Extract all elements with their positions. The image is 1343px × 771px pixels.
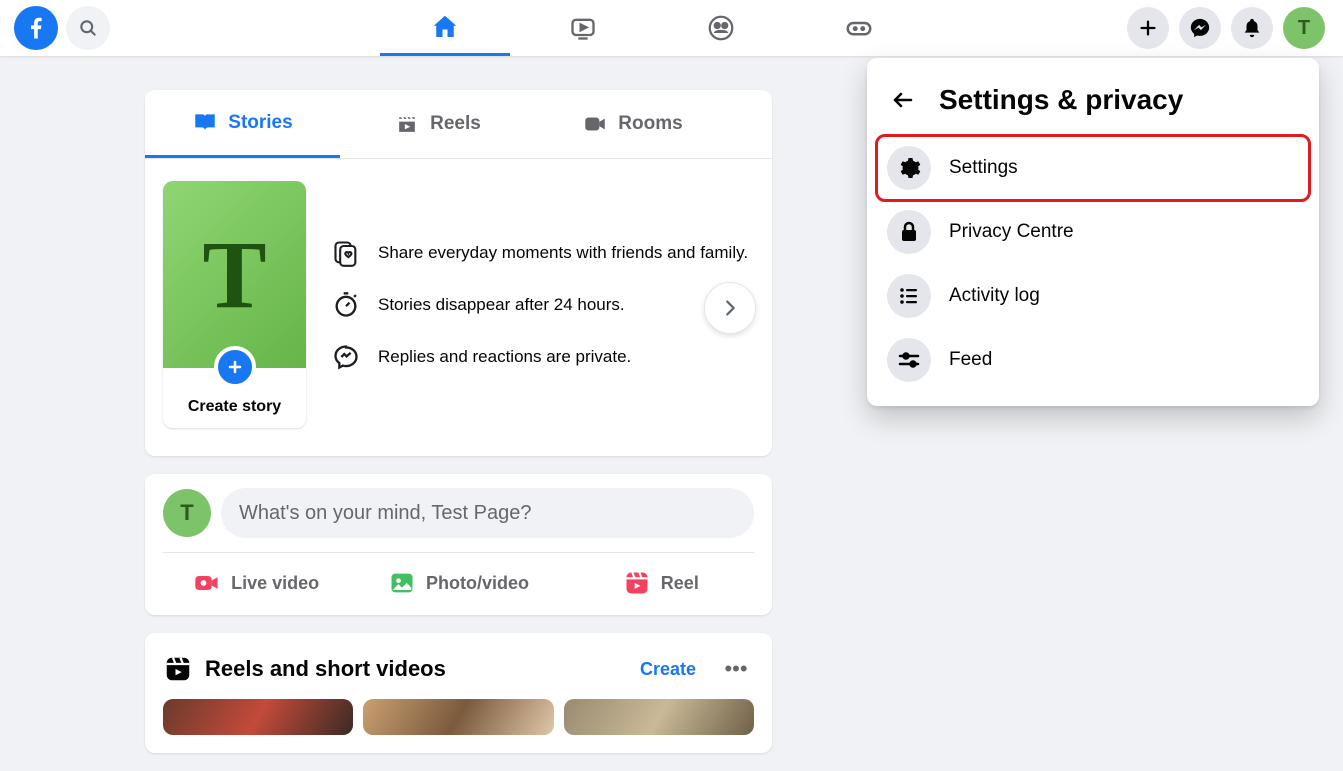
watch-tab[interactable]: [518, 0, 648, 56]
composer-photo-video[interactable]: Photo/video: [357, 559, 559, 607]
story-info-row: Replies and reactions are private.: [332, 343, 748, 371]
reels-thumbnail-row: [145, 699, 772, 753]
photo-icon: [388, 569, 416, 597]
topbar-center-tabs: [360, 0, 1127, 56]
stories-tab-reels[interactable]: Reels: [340, 90, 535, 158]
composer-placeholder: What's on your mind, Test Page?: [239, 502, 532, 525]
story-info-row: Share everyday moments with friends and …: [332, 239, 748, 267]
composer-reel[interactable]: Reel: [560, 559, 762, 607]
create-story-initial: T: [202, 219, 266, 330]
create-story-image: T: [163, 181, 306, 368]
stories-body: T Create story Share everyday moments wi…: [145, 159, 772, 456]
home-icon: [430, 12, 460, 42]
chevron-right-icon: [719, 297, 741, 319]
messenger-icon: [1189, 17, 1211, 39]
story-info-text: Replies and reactions are private.: [378, 347, 631, 367]
composer-top-row: T What's on your mind, Test Page?: [145, 474, 772, 552]
lock-icon: [887, 210, 931, 254]
composer-action-label: Reel: [661, 573, 699, 594]
create-story-plus-badge: [214, 346, 256, 388]
stories-tabs: Stories Reels Rooms: [145, 90, 772, 159]
dropdown-item-settings[interactable]: Settings: [877, 136, 1309, 200]
gear-icon: [887, 146, 931, 190]
gaming-tab[interactable]: [794, 0, 924, 56]
list-icon: [887, 274, 931, 318]
groups-tab[interactable]: [656, 0, 786, 56]
reel-thumbnail[interactable]: [163, 699, 353, 735]
reels-icon: [163, 654, 193, 684]
stories-card: Stories Reels Rooms T: [145, 90, 772, 456]
messenger-button[interactable]: [1179, 7, 1221, 49]
stories-tab-label: Rooms: [618, 113, 682, 135]
stories-next-button[interactable]: [704, 282, 756, 334]
reels-more-button[interactable]: •••: [718, 651, 754, 687]
composer-avatar[interactable]: T: [163, 489, 211, 537]
stories-tab-rooms[interactable]: Rooms: [535, 90, 730, 158]
plus-icon: [1137, 17, 1159, 39]
search-button[interactable]: [66, 6, 110, 50]
messenger-outline-icon: [332, 343, 360, 371]
account-avatar-button[interactable]: T: [1283, 7, 1325, 49]
groups-icon: [706, 13, 736, 43]
reels-section-card: Reels and short videos Create •••: [145, 633, 772, 753]
sliders-icon: [887, 338, 931, 382]
dots-icon: •••: [724, 656, 747, 682]
reels-title: Reels and short videos: [205, 656, 618, 682]
dropdown-title: Settings & privacy: [939, 84, 1183, 116]
dropdown-back-button[interactable]: [885, 82, 921, 118]
reels-header: Reels and short videos Create •••: [145, 633, 772, 699]
dropdown-item-label: Feed: [949, 349, 992, 371]
gaming-icon: [844, 13, 874, 43]
composer-actions: Live video Photo/video Reel: [145, 553, 772, 615]
video-camera-icon: [582, 111, 608, 137]
topbar-left-group: [0, 6, 360, 50]
stories-tab-label: Stories: [228, 112, 292, 134]
create-story-card[interactable]: T Create story: [163, 181, 306, 428]
stories-tab-label: Reels: [430, 113, 481, 135]
plus-icon: [225, 357, 245, 377]
stories-tab-stories[interactable]: Stories: [145, 90, 340, 158]
composer-input[interactable]: What's on your mind, Test Page?: [221, 488, 754, 538]
dropdown-item-label: Activity log: [949, 285, 1040, 307]
dropdown-item-activity-log[interactable]: Activity log: [877, 264, 1309, 328]
live-video-icon: [193, 569, 221, 597]
composer-action-label: Photo/video: [426, 573, 529, 594]
create-button[interactable]: [1127, 7, 1169, 49]
composer-action-label: Live video: [231, 573, 319, 594]
dropdown-item-label: Settings: [949, 157, 1018, 179]
search-icon: [78, 18, 98, 38]
feed-column: Stories Reels Rooms T: [145, 90, 772, 771]
stopwatch-icon: [332, 291, 360, 319]
avatar-initial: T: [1298, 17, 1310, 40]
home-tab[interactable]: [380, 0, 510, 56]
book-open-icon: [192, 110, 218, 136]
clapper-icon: [394, 111, 420, 137]
reel-thumbnail[interactable]: [564, 699, 754, 735]
dropdown-item-feed[interactable]: Feed: [877, 328, 1309, 392]
story-info-text: Stories disappear after 24 hours.: [378, 295, 625, 315]
settings-privacy-dropdown: Settings & privacy Settings Privacy Cent…: [867, 58, 1319, 406]
facebook-f-icon: [22, 14, 50, 42]
dropdown-item-label: Privacy Centre: [949, 221, 1074, 243]
watch-icon: [569, 14, 597, 42]
notifications-button[interactable]: [1231, 7, 1273, 49]
story-info-row: Stories disappear after 24 hours.: [332, 291, 748, 319]
bell-icon: [1241, 17, 1263, 39]
top-navigation-bar: T: [0, 0, 1343, 56]
cards-heart-icon: [332, 239, 360, 267]
reel-thumbnail[interactable]: [363, 699, 553, 735]
topbar-right-group: T: [1127, 7, 1343, 49]
facebook-logo[interactable]: [14, 6, 58, 50]
composer-card: T What's on your mind, Test Page? Live v…: [145, 474, 772, 615]
dropdown-item-privacy-centre[interactable]: Privacy Centre: [877, 200, 1309, 264]
composer-avatar-initial: T: [180, 500, 193, 526]
story-info-list: Share everyday moments with friends and …: [332, 239, 748, 371]
story-info-text: Share everyday moments with friends and …: [378, 243, 748, 263]
reels-create-button[interactable]: Create: [630, 655, 706, 684]
dropdown-header: Settings & privacy: [877, 68, 1309, 136]
reel-icon: [623, 569, 651, 597]
composer-live-video[interactable]: Live video: [155, 559, 357, 607]
arrow-left-icon: [891, 88, 915, 112]
